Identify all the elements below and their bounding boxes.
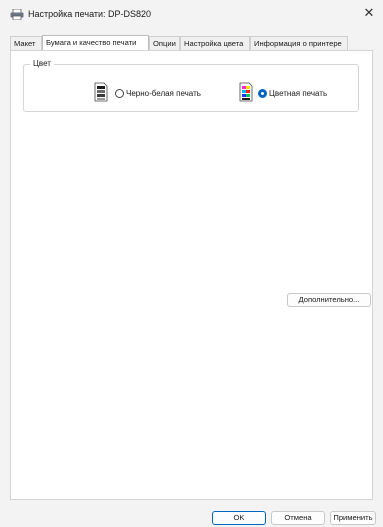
title-bar: Настройка печати: DP-DS820 ✕: [0, 0, 383, 28]
cancel-button[interactable]: Отмена: [271, 511, 325, 525]
color-radio[interactable]: [258, 89, 267, 98]
apply-button[interactable]: Применить: [330, 511, 376, 525]
tab-layout[interactable]: Макет: [10, 36, 42, 50]
tab-panel-paper-quality: Цвет Черно-белая печать Цветная печать Д…: [10, 50, 373, 500]
color-print-icon: [239, 82, 253, 102]
window-title: Настройка печати: DP-DS820: [28, 9, 152, 19]
printer-icon: [10, 9, 24, 20]
monochrome-radio[interactable]: [115, 89, 124, 98]
color-groupbox: Цвет Черно-белая печать Цветная печать: [23, 58, 359, 112]
advanced-button[interactable]: Дополнительно...: [287, 293, 371, 307]
tab-printer-info[interactable]: Информация о принтере: [250, 36, 348, 50]
monochrome-print-icon: [94, 82, 108, 102]
color-label[interactable]: Цветная печать: [269, 88, 327, 99]
close-button[interactable]: ✕: [355, 0, 383, 28]
monochrome-label[interactable]: Черно-белая печать: [126, 88, 201, 99]
color-group-label: Цвет: [30, 58, 54, 70]
tab-color-settings[interactable]: Настройка цвета: [180, 36, 250, 50]
close-icon: ✕: [363, 5, 375, 20]
tab-options[interactable]: Опции: [149, 36, 180, 50]
ok-button[interactable]: OK: [212, 511, 266, 525]
tab-paper-quality[interactable]: Бумага и качество печати: [42, 35, 149, 50]
